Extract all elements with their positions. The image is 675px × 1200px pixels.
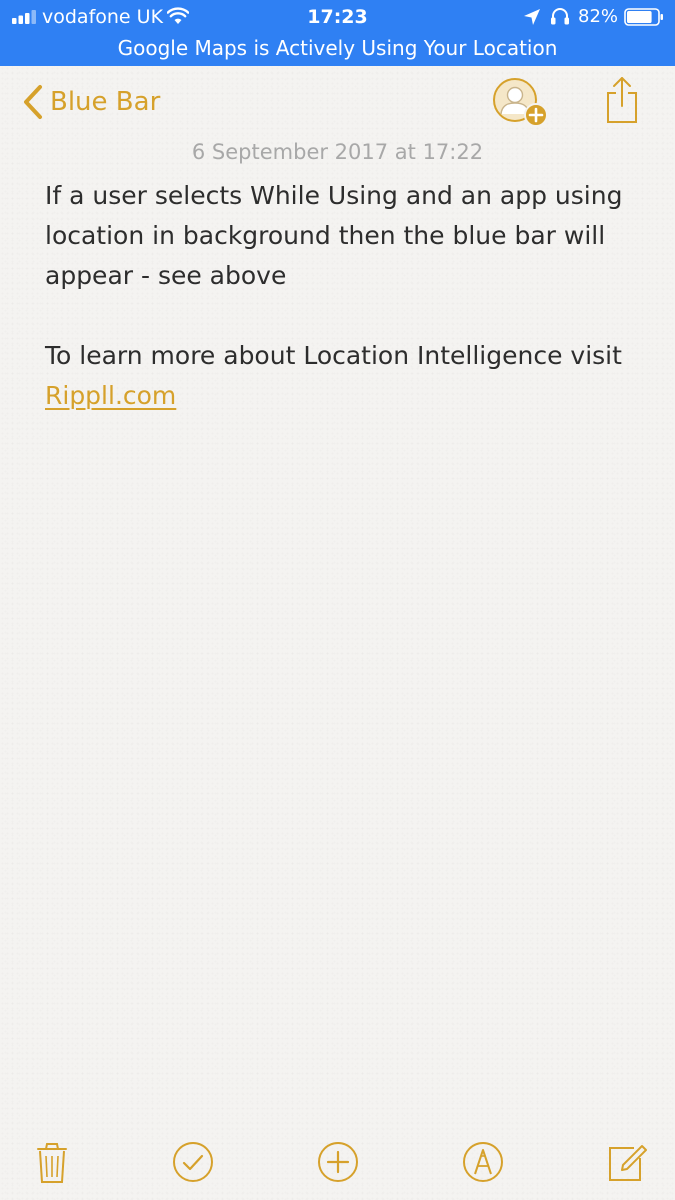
trash-icon[interactable] (30, 1140, 74, 1184)
nav-bar: Blue Bar (0, 66, 675, 138)
share-icon[interactable] (604, 76, 640, 124)
status-time: 17:23 (307, 6, 368, 28)
back-button[interactable]: Blue Bar (20, 82, 160, 122)
headphones-icon (551, 8, 569, 25)
checklist-icon[interactable] (171, 1140, 215, 1184)
battery-percent: 82% (578, 6, 619, 27)
markup-icon[interactable] (461, 1140, 505, 1184)
note-body[interactable]: If a user selects While Using and an app… (45, 176, 645, 416)
bottom-toolbar (0, 1130, 675, 1200)
add-person-icon[interactable] (490, 76, 552, 132)
status-row: vodafone UK 17:23 82% (0, 0, 675, 34)
back-button-label: Blue Bar (50, 87, 161, 117)
note-date: 6 September 2017 at 17:22 (191, 140, 484, 164)
note-paragraph-1: If a user selects While Using and an app… (45, 181, 623, 290)
status-bar[interactable]: vodafone UK 17:23 82% Google Maps is Act… (0, 0, 675, 66)
battery-icon (624, 8, 663, 26)
note-paragraph-2-text: To learn more about Location Intelligenc… (45, 341, 622, 370)
location-in-use-banner[interactable]: Google Maps is Actively Using Your Locat… (0, 34, 675, 62)
note-paragraph-2: To learn more about Location Intelligenc… (45, 336, 645, 416)
location-arrow-icon (524, 9, 540, 25)
rippll-link[interactable]: Rippll.com (45, 381, 176, 410)
back-chevron-icon (24, 85, 42, 119)
compose-icon[interactable] (604, 1140, 648, 1184)
add-icon[interactable] (316, 1140, 360, 1184)
